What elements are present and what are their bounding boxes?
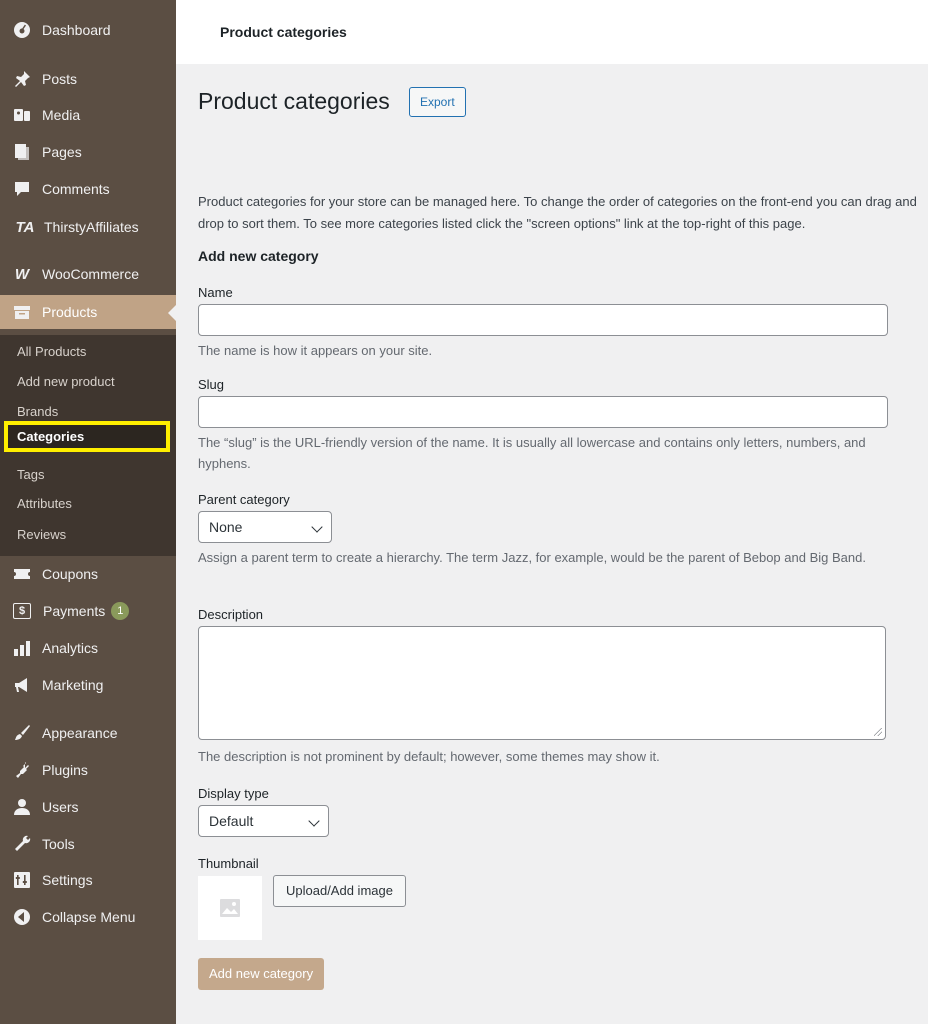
sidebar-item-media[interactable]: Media [0, 98, 176, 132]
description-help-text: The description is not prominent by defa… [198, 749, 660, 764]
user-icon [12, 797, 32, 817]
sidebar-item-users[interactable]: Users [0, 790, 176, 824]
chevron-down-icon [311, 521, 323, 533]
parent-category-select[interactable]: None [198, 511, 332, 543]
sidebar-item-label: Media [42, 107, 81, 123]
sidebar-item-label: ThirstyAffiliates [44, 219, 139, 235]
settings-icon [12, 870, 32, 890]
name-help-text: The name is how it appears on your site. [198, 343, 433, 358]
name-label: Name [198, 285, 233, 300]
page-description: Product categories for your store can be… [198, 194, 917, 231]
submenu-item-categories[interactable]: Categories [4, 421, 170, 452]
sidebar-item-label: Payments [43, 603, 106, 619]
sidebar-item-label: Dashboard [42, 22, 111, 38]
sidebar-item-appearance[interactable]: Appearance [0, 716, 176, 750]
export-button[interactable]: Export [409, 87, 466, 117]
sidebar-item-label: Products [42, 304, 98, 320]
sidebar-item-posts[interactable]: Posts [0, 62, 176, 96]
description-textarea[interactable] [198, 626, 886, 740]
sidebar-item-products[interactable]: Products [0, 295, 176, 329]
submenu-item-all-products[interactable]: All Products [17, 344, 86, 359]
submenu-item-brands[interactable]: Brands [17, 404, 58, 419]
sidebar-item-label: Users [42, 799, 79, 815]
sidebar-item-label: Collapse Menu [42, 909, 136, 925]
products-submenu: All Products Add new product Brands Cate… [0, 335, 176, 556]
parent-category-label: Parent category [198, 492, 290, 507]
sidebar-item-payments[interactable]: $ Payments 1 [0, 594, 176, 628]
notification-badge: 1 [111, 602, 130, 620]
sidebar-item-settings[interactable]: Settings [0, 863, 176, 897]
header-title: Product categories [220, 24, 347, 40]
collapse-arrow-icon [12, 907, 32, 927]
main-content: Product categories Export Product catego… [176, 64, 928, 1024]
dashboard-icon [12, 20, 32, 40]
sidebar-item-dashboard[interactable]: Dashboard [0, 13, 176, 47]
sidebar-item-label: WooCommerce [42, 266, 139, 282]
bar-chart-icon [12, 638, 32, 658]
payments-icon: $ [13, 603, 31, 619]
slug-input[interactable] [198, 396, 888, 428]
image-placeholder-icon [220, 899, 240, 917]
megaphone-icon [12, 675, 32, 695]
name-input[interactable] [198, 304, 888, 336]
resize-handle-icon[interactable] [874, 728, 882, 736]
paintbrush-icon [12, 723, 32, 743]
display-type-value: Default [209, 813, 254, 829]
sidebar-item-label: Posts [42, 71, 78, 87]
sidebar-item-analytics[interactable]: Analytics [0, 631, 176, 665]
pages-icon [12, 142, 32, 162]
description-label: Description [198, 607, 264, 622]
sidebar-item-label: Marketing [42, 677, 104, 693]
pin-icon [12, 69, 32, 89]
upload-image-button[interactable]: Upload/Add image [273, 875, 406, 907]
display-type-select[interactable]: Default [198, 805, 329, 837]
sidebar-item-label: Pages [42, 144, 82, 160]
slug-label: Slug [198, 377, 225, 392]
thumbnail-preview [198, 876, 262, 940]
sidebar-item-label: Coupons [42, 566, 99, 582]
wrench-icon [12, 834, 32, 854]
sidebar-item-woocommerce[interactable]: W WooCommerce [0, 257, 176, 291]
add-new-category-button[interactable]: Add new category [198, 958, 325, 990]
collapse-menu-button[interactable]: Collapse Menu [0, 900, 176, 934]
submenu-item-attributes[interactable]: Attributes [17, 496, 72, 511]
media-icon [12, 105, 32, 125]
submenu-item-tags[interactable]: Tags [17, 467, 44, 482]
sidebar-item-label: Tools [42, 836, 75, 852]
top-header-bar: Product categories [176, 0, 928, 64]
submenu-item-reviews[interactable]: Reviews [17, 527, 66, 542]
submenu-item-add-new-product[interactable]: Add new product [17, 374, 115, 389]
chevron-down-icon [308, 815, 320, 827]
sidebar-item-label: Plugins [42, 762, 88, 778]
archive-icon [12, 302, 32, 322]
sidebar-item-thirstyaffiliates[interactable]: TA ThirstyAffiliates [0, 210, 176, 244]
sidebar-item-comments[interactable]: Comments [0, 172, 176, 206]
sidebar-item-pages[interactable]: Pages [0, 135, 176, 169]
plug-icon [12, 760, 32, 780]
page-title: Product categories [198, 88, 390, 114]
sidebar-item-label: Appearance [42, 725, 118, 741]
thumbnail-label: Thumbnail [198, 856, 259, 871]
parent-category-value: None [209, 519, 243, 535]
sidebar-item-label: Settings [42, 872, 93, 888]
sidebar-item-plugins[interactable]: Plugins [0, 753, 176, 787]
display-type-label: Display type [198, 786, 269, 801]
ticket-icon [12, 564, 32, 584]
sidebar-item-tools[interactable]: Tools [0, 827, 176, 861]
form-heading: Add new category [198, 248, 319, 264]
thirstyaffiliates-logo-icon: TA [15, 218, 35, 236]
comment-icon [12, 179, 32, 199]
admin-sidebar: Dashboard Posts Media Pages Comments TA … [0, 0, 176, 1024]
slug-help-text: The “slug” is the URL-friendly version o… [198, 435, 866, 471]
parent-category-help-text: Assign a parent term to create a hierarc… [198, 550, 866, 565]
sidebar-item-coupons[interactable]: Coupons [0, 557, 176, 591]
sidebar-item-label: Comments [42, 181, 110, 197]
sidebar-item-label: Analytics [42, 640, 99, 656]
sidebar-item-marketing[interactable]: Marketing [0, 668, 176, 702]
woocommerce-icon: W [14, 265, 30, 283]
